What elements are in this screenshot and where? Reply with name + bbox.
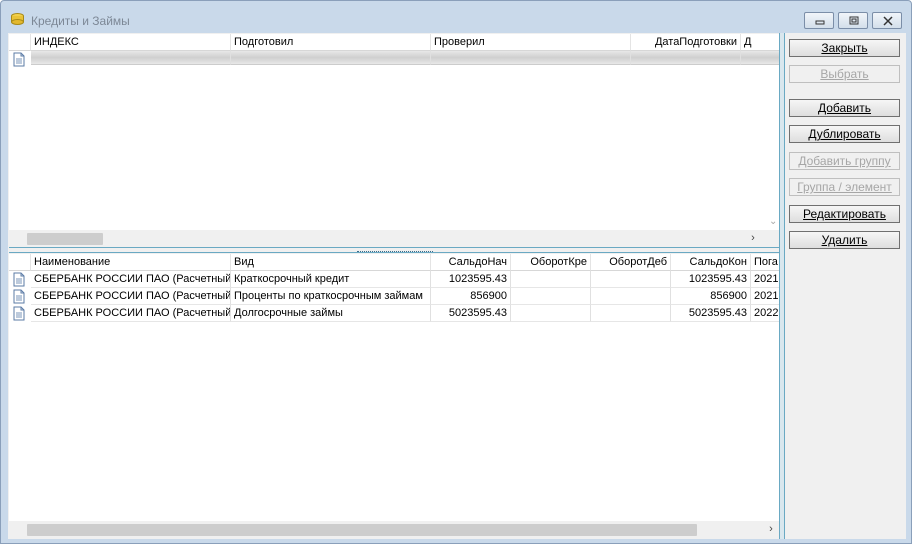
cell-kind: Долгосрочные займы (231, 305, 431, 322)
action-panel: Закрыть Выбрать Добавить Дублировать Доб… (786, 33, 906, 539)
col-header-prepared-by[interactable]: Подготовил (231, 34, 431, 51)
cell-credit-turnover (511, 288, 591, 305)
journal-grid[interactable]: ИНДЕКС Подготовил Проверил ДатаПодготовк… (9, 34, 782, 246)
horizontal-splitter[interactable] (9, 247, 784, 253)
scroll-right-icon[interactable]: › (747, 232, 759, 244)
scroll-down-icon[interactable]: ⌄ (769, 216, 777, 227)
window-title: Кредиты и Займы (31, 14, 130, 28)
maximize-icon (849, 16, 859, 25)
col-header-checked-by[interactable]: Проверил (431, 34, 631, 51)
add-group-button[interactable]: Добавить группу (789, 152, 900, 170)
cell-start-balance: 856900 (431, 288, 511, 305)
main-window: Кредиты и Займы ИНДЕКС Подготовил Провер… (0, 0, 912, 544)
money-stack-icon (10, 12, 25, 26)
cell-repayment: 2021 (751, 288, 782, 305)
close-window-button[interactable] (872, 12, 902, 29)
table-row[interactable]: СБЕРБАНК РОССИИ ПАО (Расчетный) Проценты… (9, 288, 782, 305)
col-header-end-balance[interactable]: СальдоКон (671, 254, 751, 271)
close-icon (883, 16, 893, 26)
col-header-prep-date[interactable]: ДатаПодготовки (631, 34, 741, 51)
table-row[interactable]: СБЕРБАНК РОССИИ ПАО (Расчетный) Краткоср… (9, 271, 782, 288)
close-button[interactable]: Закрыть (789, 39, 900, 57)
maximize-button[interactable] (838, 12, 868, 29)
scrollbar-thumb[interactable] (27, 233, 103, 245)
journal-hscrollbar[interactable]: › (9, 230, 782, 246)
cell-start-balance: 1023595.43 (431, 271, 511, 288)
table-row[interactable]: СБЕРБАНК РОССИИ ПАО (Расчетный) Долгосро… (9, 305, 782, 322)
col-header-index[interactable]: ИНДЕКС (31, 34, 231, 51)
splitter-grip[interactable] (357, 248, 433, 252)
cell-end-balance: 5023595.43 (671, 305, 751, 322)
col-header-d[interactable]: Д (741, 34, 781, 51)
col-header-debit-turnover[interactable]: ОборотДеб (591, 254, 671, 271)
cell-kind: Проценты по краткосрочным займам (231, 288, 431, 305)
scrollbar-thumb[interactable] (27, 524, 697, 536)
minimize-button[interactable] (804, 12, 834, 29)
cell-end-balance: 1023595.43 (671, 271, 751, 288)
client-area: ИНДЕКС Подготовил Проверил ДатаПодготовк… (8, 33, 906, 539)
vertical-splitter[interactable] (779, 33, 785, 539)
cell-debit-turnover (591, 288, 671, 305)
loans-hscrollbar[interactable]: › (9, 521, 782, 538)
loans-grid-header: Наименование Вид СальдоНач ОборотКре Обо… (9, 254, 782, 271)
edit-button[interactable]: Редактировать (789, 205, 900, 223)
cell-start-balance: 5023595.43 (431, 305, 511, 322)
cell-repayment: 2021 (751, 271, 782, 288)
cell-name: СБЕРБАНК РОССИИ ПАО (Расчетный) (31, 305, 231, 322)
loans-grid[interactable]: Наименование Вид СальдоНач ОборотКре Обо… (9, 254, 782, 538)
group-element-button[interactable]: Группа / элемент (789, 178, 900, 196)
col-header-name[interactable]: Наименование (31, 254, 231, 271)
minimize-icon (815, 20, 825, 25)
scroll-right-icon[interactable]: › (765, 523, 777, 535)
col-header-credit-turnover[interactable]: ОборотКре (511, 254, 591, 271)
title-bar[interactable]: Кредиты и Займы (1, 1, 911, 33)
col-header-kind[interactable]: Вид (231, 254, 431, 271)
col-header-start-balance[interactable]: СальдоНач (431, 254, 511, 271)
cell-credit-turnover (511, 271, 591, 288)
duplicate-button[interactable]: Дублировать (789, 125, 900, 143)
cell-repayment: 2022 (751, 305, 782, 322)
cell-name: СБЕРБАНК РОССИИ ПАО (Расчетный) (31, 288, 231, 305)
delete-button[interactable]: Удалить (789, 231, 900, 249)
document-icon (13, 52, 25, 67)
cell-debit-turnover (591, 305, 671, 322)
cell-end-balance: 856900 (671, 288, 751, 305)
document-icon (13, 272, 25, 287)
document-icon (13, 289, 25, 304)
cell-credit-turnover (511, 305, 591, 322)
select-button[interactable]: Выбрать (789, 65, 900, 83)
col-header-repayment[interactable]: Пога (751, 254, 782, 271)
table-row[interactable] (9, 51, 782, 68)
add-button[interactable]: Добавить (789, 99, 900, 117)
cell-debit-turnover (591, 271, 671, 288)
journal-grid-header: ИНДЕКС Подготовил Проверил ДатаПодготовк… (9, 34, 782, 51)
cell-kind: Краткосрочный кредит (231, 271, 431, 288)
cell-name: СБЕРБАНК РОССИИ ПАО (Расчетный) (31, 271, 231, 288)
document-icon (13, 306, 25, 321)
